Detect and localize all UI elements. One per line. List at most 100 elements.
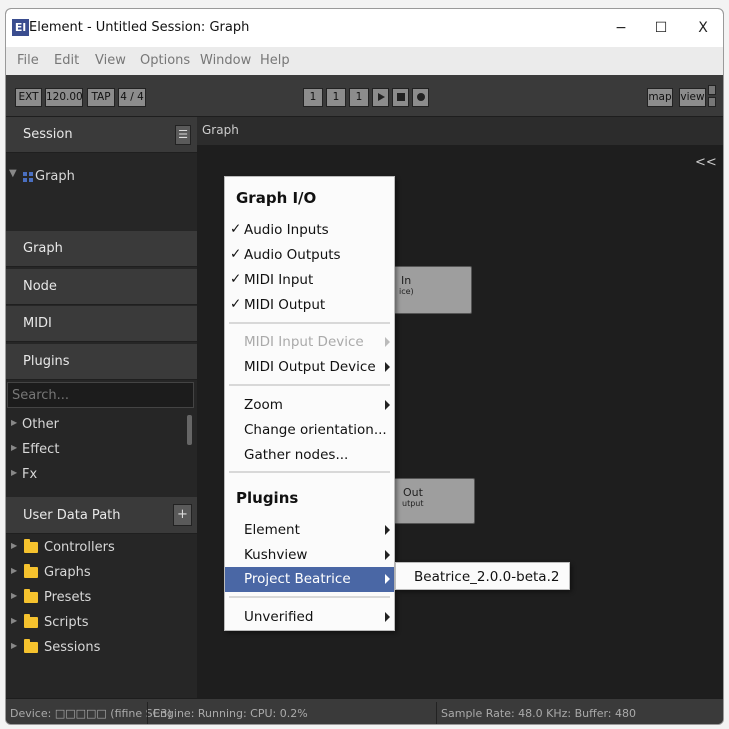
menu-item-midi-output-device[interactable]: MIDI Output Device (225, 355, 394, 380)
section-plugins[interactable]: Plugins (6, 344, 197, 380)
folder-label: Controllers (44, 540, 115, 555)
section-graph[interactable]: Graph (6, 231, 197, 267)
submenu-arrow-icon (385, 550, 390, 560)
menu-help[interactable]: Help (260, 53, 290, 68)
session-menu-button[interactable]: ☰ (175, 125, 191, 145)
graph-tab[interactable]: Graph (197, 117, 723, 145)
window-title: Element - Untitled Session: Graph (29, 20, 250, 35)
transport-toolbar: EXT 120.00 TAP 4 / 4 1 1 1 map view (6, 75, 723, 117)
status-bar: Device: □□□□□ (fifine SC3) Engine: Runni… (6, 698, 723, 724)
menu-item-audio-outputs[interactable]: ✓ Audio Outputs (225, 243, 394, 268)
expand-arrow-icon[interactable]: ▶ (11, 468, 17, 477)
section-node[interactable]: Node (6, 269, 197, 305)
menu-item-gather-nodes[interactable]: Gather nodes... (225, 443, 394, 468)
engine-status: Engine: Running: CPU: 0.2% (153, 707, 308, 720)
expand-arrow-icon[interactable]: ▶ (11, 616, 17, 625)
menu-file[interactable]: File (17, 53, 39, 68)
session-panel-header[interactable]: Session ☰ (6, 117, 197, 153)
menu-item-unverified[interactable]: Unverified (225, 605, 394, 630)
menu-item-label: MIDI Output (244, 297, 326, 313)
menu-item-audio-inputs[interactable]: ✓ Audio Inputs (225, 218, 394, 243)
stop-button[interactable] (392, 88, 409, 107)
play-button[interactable] (372, 88, 389, 107)
section-midi[interactable]: MIDI (6, 306, 197, 342)
expand-arrow-icon[interactable]: ▶ (11, 591, 17, 600)
menu-separator (229, 471, 390, 473)
menu-window[interactable]: Window (200, 53, 251, 68)
section-label: MIDI (23, 316, 52, 331)
user-data-header[interactable]: User Data Path + (6, 497, 197, 534)
node-subtitle: utput (402, 499, 424, 508)
tempo-field[interactable]: 120.00 (45, 88, 83, 107)
menu-item-label: Project Beatrice (244, 571, 351, 587)
menu-item-zoom[interactable]: Zoom (225, 393, 394, 418)
ext-sync-button[interactable]: EXT (15, 88, 42, 107)
play-icon (377, 93, 385, 101)
folder-controllers[interactable]: ▶ Controllers (6, 538, 186, 560)
title-bar[interactable]: El Element - Untitled Session: Graph − ☐… (6, 9, 723, 47)
tap-tempo-button[interactable]: TAP (87, 88, 115, 107)
toolbar-grip-top[interactable] (708, 85, 716, 95)
toolbar-grip-bottom[interactable] (708, 97, 716, 107)
tick-counter: 1 (349, 88, 369, 107)
menu-item-element[interactable]: Element (225, 518, 394, 543)
plugin-search-input[interactable] (7, 382, 194, 408)
folder-sessions[interactable]: ▶ Sessions (6, 638, 186, 660)
menu-options[interactable]: Options (140, 53, 190, 68)
category-other[interactable]: ▶ Other (6, 415, 186, 437)
menu-item-project-beatrice[interactable]: Project Beatrice (225, 567, 394, 592)
menu-item-label: Zoom (244, 397, 283, 413)
view-button[interactable]: view (679, 88, 706, 107)
menu-item-midi-input[interactable]: ✓ MIDI Input (225, 268, 394, 293)
maximize-button[interactable]: ☐ (646, 17, 676, 39)
meter-field[interactable]: 4 / 4 (118, 88, 146, 107)
folder-presets[interactable]: ▶ Presets (6, 588, 186, 610)
expand-arrow-icon[interactable]: ▶ (11, 641, 17, 650)
menu-item-label: Change orientation... (244, 422, 387, 438)
menu-item-label: Unverified (244, 609, 314, 625)
menu-item-label: Element (244, 522, 300, 538)
category-label: Effect (22, 442, 60, 457)
folder-icon (24, 589, 38, 603)
expand-arrow-icon[interactable]: ▼ (9, 168, 17, 179)
section-label: Plugins (23, 354, 70, 369)
checkmark-icon: ✓ (230, 246, 242, 262)
expand-arrow-icon[interactable]: ▶ (11, 418, 17, 427)
menu-item-change-orientation[interactable]: Change orientation... (225, 418, 394, 443)
beat-counter: 1 (326, 88, 346, 107)
menu-item-label: Audio Outputs (244, 247, 341, 263)
category-effect[interactable]: ▶ Effect (6, 440, 186, 462)
folder-icon (24, 614, 38, 628)
section-label: Node (23, 279, 57, 294)
submenu-item-beatrice-plugin[interactable]: Beatrice_2.0.0-beta.2 (414, 569, 559, 585)
folder-scripts[interactable]: ▶ Scripts (6, 613, 186, 635)
node-title: Out (403, 486, 423, 499)
close-button[interactable]: X (688, 17, 718, 39)
folder-label: Sessions (44, 640, 101, 655)
menu-edit[interactable]: Edit (54, 53, 79, 68)
grid-icon (23, 172, 33, 182)
map-button[interactable]: map (647, 88, 673, 107)
menu-separator (229, 384, 390, 386)
minimize-button[interactable]: − (606, 17, 636, 39)
folder-graphs[interactable]: ▶ Graphs (6, 563, 186, 585)
session-tree-item-graph[interactable]: ▼ Graph (6, 167, 186, 189)
expand-arrow-icon[interactable]: ▶ (11, 566, 17, 575)
submenu-arrow-icon (385, 400, 390, 410)
menu-view[interactable]: View (95, 53, 126, 68)
submenu-arrow-icon (385, 574, 390, 584)
category-fx[interactable]: ▶ Fx (6, 465, 186, 487)
add-path-button[interactable]: + (173, 504, 192, 526)
menu-item-label: MIDI Input Device (244, 334, 364, 350)
menu-bar: File Edit View Options Window Help (6, 47, 723, 75)
plugin-list-scrollbar[interactable] (187, 415, 192, 445)
menu-item-midi-output[interactable]: ✓ MIDI Output (225, 293, 394, 318)
expand-arrow-icon[interactable]: ▶ (11, 541, 17, 550)
menu-item-kushview[interactable]: Kushview (225, 543, 394, 568)
menu-item-label: MIDI Input (244, 272, 314, 288)
record-button[interactable] (412, 88, 429, 107)
project-beatrice-submenu: Beatrice_2.0.0-beta.2 (395, 562, 570, 590)
bar-counter: 1 (303, 88, 323, 107)
collapse-panel-button[interactable]: << (695, 155, 717, 170)
expand-arrow-icon[interactable]: ▶ (11, 443, 17, 452)
